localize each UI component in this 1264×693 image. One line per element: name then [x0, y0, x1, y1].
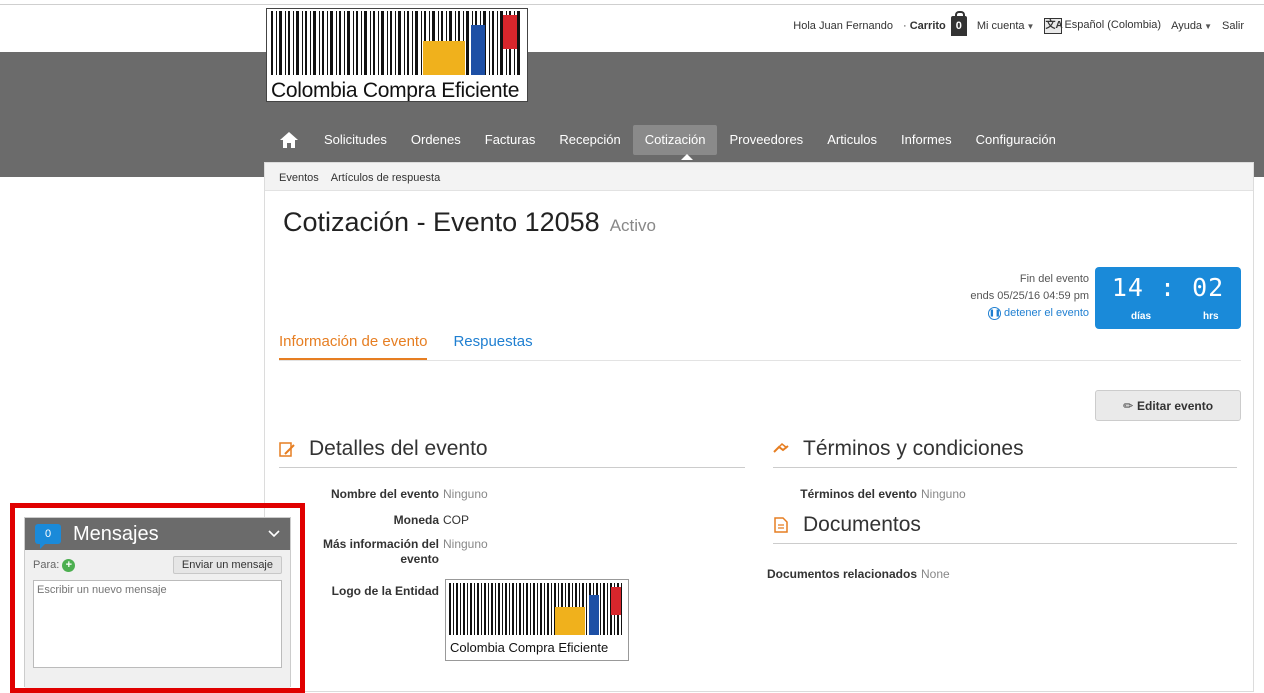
countdown-timer: 14 : 02 días hrs [1095, 267, 1241, 329]
event-tabs: Información de evento Respuestas [279, 333, 1241, 361]
barcode-logo-graphic [271, 11, 520, 75]
main-nav: Solicitudes Ordenes Facturas Recepción C… [266, 124, 1068, 156]
breadcrumb-eventos[interactable]: Eventos [279, 172, 319, 184]
add-recipient-icon[interactable]: + [62, 558, 76, 572]
event-end-label: Fin del evento [1019, 273, 1089, 285]
documents-heading: Documentos [773, 513, 1237, 544]
message-recipient-row: Para: + Enviar un mensaje [33, 556, 282, 574]
field-value: None [921, 567, 950, 581]
message-count-icon: 0 [35, 524, 61, 549]
messages-body: Para: + Enviar un mensaje [25, 550, 290, 688]
nav-item-articulos[interactable]: Articulos [815, 125, 889, 155]
field-label: Términos del evento [800, 487, 917, 501]
pause-icon: ❚❚ [987, 306, 1001, 320]
header-band [0, 52, 1264, 177]
chevron-down-icon[interactable] [268, 525, 280, 543]
chevron-down-icon: ▼ [1026, 22, 1035, 31]
recipient-field: Para: + [33, 558, 76, 572]
field-mas-informacion: Más información del evento Ninguno [295, 537, 488, 567]
tab-informacion-evento[interactable]: Información de evento [279, 333, 428, 360]
stop-event-link[interactable]: ❚❚ detener el evento [970, 305, 1089, 322]
page-header: Cotización - Evento 12058 Activo [283, 207, 656, 238]
timer-hours: 02 [1192, 273, 1225, 302]
nav-item-proveedores[interactable]: Proveedores [717, 125, 815, 155]
pencil-icon: ✏ [1122, 398, 1134, 413]
field-logo-entidad: Logo de la Entidad [295, 584, 439, 599]
terms-heading-text: Términos y condiciones [803, 437, 1024, 460]
terms-heading: Términos y condiciones [773, 437, 1237, 468]
cart-icon[interactable]: 0 [950, 11, 967, 36]
language-menu[interactable]: 文A Español (Colombia) [1044, 18, 1161, 34]
language-icon: 文A [1044, 18, 1063, 34]
details-heading: Detalles del evento [279, 437, 745, 468]
timer-days-label: días [1131, 311, 1152, 322]
greeting-text: Hola Juan Fernando [793, 20, 893, 32]
language-label: Español (Colombia) [1064, 19, 1162, 31]
field-value: Ninguno [443, 537, 488, 551]
breadcrumb: Eventos Artículos de respuesta [265, 163, 1253, 191]
nav-item-recepcion[interactable]: Recepción [547, 125, 632, 155]
stop-event-label: detener el evento [1003, 307, 1089, 319]
main-panel: Eventos Artículos de respuesta Cotizació… [264, 162, 1254, 692]
field-nombre-evento: Nombre del evento Ninguno [295, 487, 488, 502]
nav-item-configuracion[interactable]: Configuración [964, 125, 1068, 155]
chevron-down-icon: ▼ [1204, 22, 1212, 31]
entity-logo-text: Colombia Compra Eficiente [450, 640, 609, 655]
messages-title: Mensajes [73, 522, 159, 545]
barcode-logo-graphic [449, 583, 622, 635]
event-end-date: ends 05/25/16 04:59 pm [970, 290, 1089, 302]
cart-link[interactable]: · Carrito 0 [903, 11, 967, 36]
edit-event-button[interactable]: ✏ Editar evento [1095, 390, 1241, 421]
account-label: Mi cuenta [976, 20, 1025, 32]
field-terminos-evento: Términos del evento Ninguno [765, 487, 966, 502]
logout-link[interactable]: Salir [1222, 20, 1244, 32]
page-title: Cotización - Evento 12058 [283, 207, 600, 237]
nav-item-ordenes[interactable]: Ordenes [399, 125, 473, 155]
details-heading-text: Detalles del evento [309, 437, 488, 460]
nav-item-informes[interactable]: Informes [889, 125, 964, 155]
nav-item-facturas[interactable]: Facturas [473, 125, 548, 155]
breadcrumb-articulos[interactable]: Artículos de respuesta [331, 172, 440, 184]
active-nav-pointer [681, 154, 693, 160]
field-label: Nombre del evento [330, 487, 439, 501]
help-label: Ayuda [1171, 20, 1203, 32]
messages-header[interactable]: 0 Mensajes [25, 518, 290, 550]
timer-days: 14 [1111, 273, 1144, 302]
help-menu[interactable]: Ayuda ▼ [1171, 20, 1212, 32]
handshake-icon [773, 442, 789, 453]
top-divider [0, 4, 1264, 5]
document-edit-icon [279, 442, 295, 457]
to-label: Para: [33, 558, 60, 571]
event-end-info: Fin del evento ends 05/25/16 04:59 pm ❚❚… [970, 271, 1089, 322]
documents-heading-text: Documentos [803, 513, 921, 536]
document-icon [774, 517, 788, 533]
timer-digits: 14 : 02 [1111, 273, 1225, 302]
tab-respuestas[interactable]: Respuestas [453, 333, 532, 360]
field-value: Ninguno [443, 487, 488, 501]
logo-text: Colombia Compra Eficiente [271, 79, 520, 102]
edit-event-label: Editar evento [1137, 398, 1214, 413]
messages-widget: 0 Mensajes Para: + Enviar un mensaje [24, 517, 291, 688]
timer-hours-label: hrs [1203, 311, 1219, 322]
account-menu[interactable]: Mi cuenta ▼ [977, 20, 1035, 32]
nav-item-cotizacion[interactable]: Cotización [632, 125, 718, 155]
user-bar: Hola Juan Fernando · Carrito 0 Mi cuenta… [793, 11, 1244, 36]
field-label: Más información del evento [322, 537, 439, 566]
entity-logo-image: Colombia Compra Eficiente [445, 579, 629, 661]
cart-label: Carrito [909, 20, 946, 32]
field-value: COP [443, 513, 470, 527]
new-message-input[interactable] [33, 580, 282, 668]
field-label: Logo de la Entidad [331, 584, 439, 598]
site-logo[interactable]: Colombia Compra Eficiente [266, 8, 528, 102]
field-label: Moneda [393, 513, 439, 527]
field-documentos-relacionados: Documentos relacionados None [765, 567, 950, 582]
field-value: Ninguno [921, 487, 966, 501]
field-moneda: Moneda COP [295, 513, 469, 528]
nav-item-solicitudes[interactable]: Solicitudes [312, 125, 399, 155]
field-label: Documentos relacionados [766, 567, 917, 581]
home-icon[interactable] [266, 124, 312, 156]
status-badge: Activo [609, 216, 656, 235]
send-message-button[interactable]: Enviar un mensaje [172, 556, 282, 574]
